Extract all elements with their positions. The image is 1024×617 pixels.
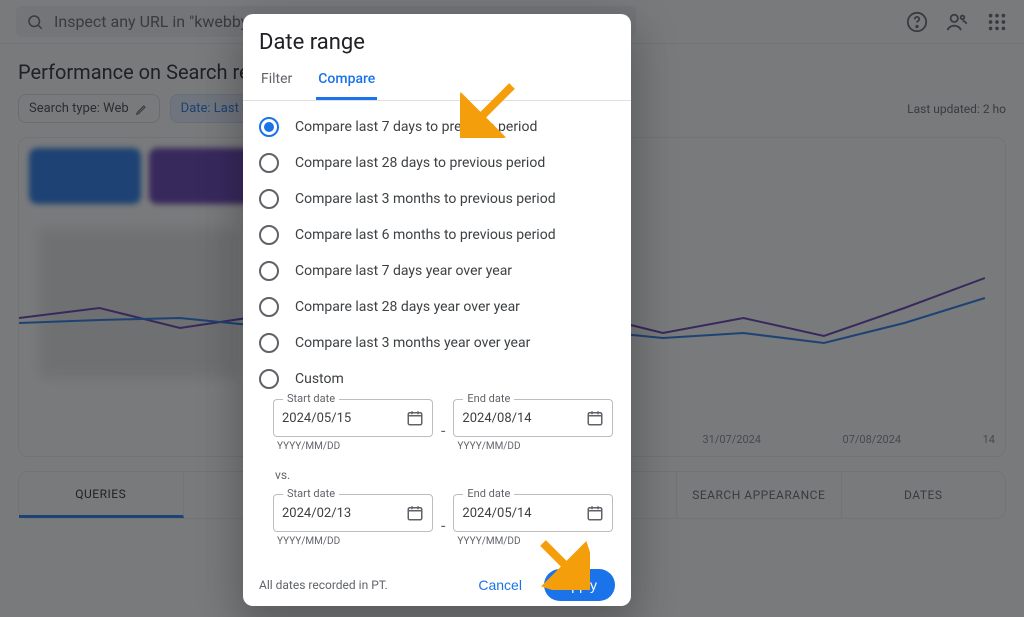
cancel-button[interactable]: Cancel <box>466 569 534 601</box>
dash-separator: - <box>441 421 445 440</box>
option-7days-prev[interactable]: Compare last 7 days to previous period <box>251 109 623 145</box>
option-6months-prev[interactable]: Compare last 6 months to previous period <box>251 217 623 253</box>
option-7days-yoy[interactable]: Compare last 7 days year over year <box>251 253 623 289</box>
option-3months-prev[interactable]: Compare last 3 months to previous period <box>251 181 623 217</box>
start-date-1[interactable]: Start date 2024/05/15 YYYY/MM/DD <box>273 399 433 462</box>
radio-icon <box>259 117 279 137</box>
radio-icon <box>259 153 279 173</box>
radio-icon <box>259 369 279 389</box>
modal-tab-filter[interactable]: Filter <box>259 65 294 100</box>
compare-options: Compare last 7 days to previous period C… <box>243 101 631 397</box>
dash-separator: - <box>441 516 445 535</box>
end-date-1[interactable]: End date 2024/08/14 YYYY/MM/DD <box>453 399 613 462</box>
custom-date-range-1: Start date 2024/05/15 YYYY/MM/DD - End d… <box>243 397 631 557</box>
calendar-icon[interactable] <box>586 409 604 427</box>
date-range-modal: Date range Filter Compare Compare last 7… <box>243 14 631 606</box>
apply-button[interactable]: Apply <box>544 569 615 601</box>
radio-icon <box>259 297 279 317</box>
vs-label: vs. <box>275 468 615 482</box>
radio-icon <box>259 225 279 245</box>
radio-icon <box>259 261 279 281</box>
start-date-2[interactable]: Start date 2024/02/13 YYYY/MM/DD <box>273 494 433 557</box>
option-28days-prev[interactable]: Compare last 28 days to previous period <box>251 145 623 181</box>
modal-title: Date range <box>243 14 631 65</box>
modal-footer: All dates recorded in PT. Cancel Apply <box>243 557 631 606</box>
calendar-icon[interactable] <box>406 504 424 522</box>
radio-icon <box>259 333 279 353</box>
end-date-2[interactable]: End date 2024/05/14 YYYY/MM/DD <box>453 494 613 557</box>
modal-tabs: Filter Compare <box>243 65 631 101</box>
calendar-icon[interactable] <box>406 409 424 427</box>
option-3months-yoy[interactable]: Compare last 3 months year over year <box>251 325 623 361</box>
radio-icon <box>259 189 279 209</box>
timezone-note: All dates recorded in PT. <box>259 578 388 592</box>
modal-tab-compare[interactable]: Compare <box>316 65 377 100</box>
option-28days-yoy[interactable]: Compare last 28 days year over year <box>251 289 623 325</box>
calendar-icon[interactable] <box>586 504 604 522</box>
